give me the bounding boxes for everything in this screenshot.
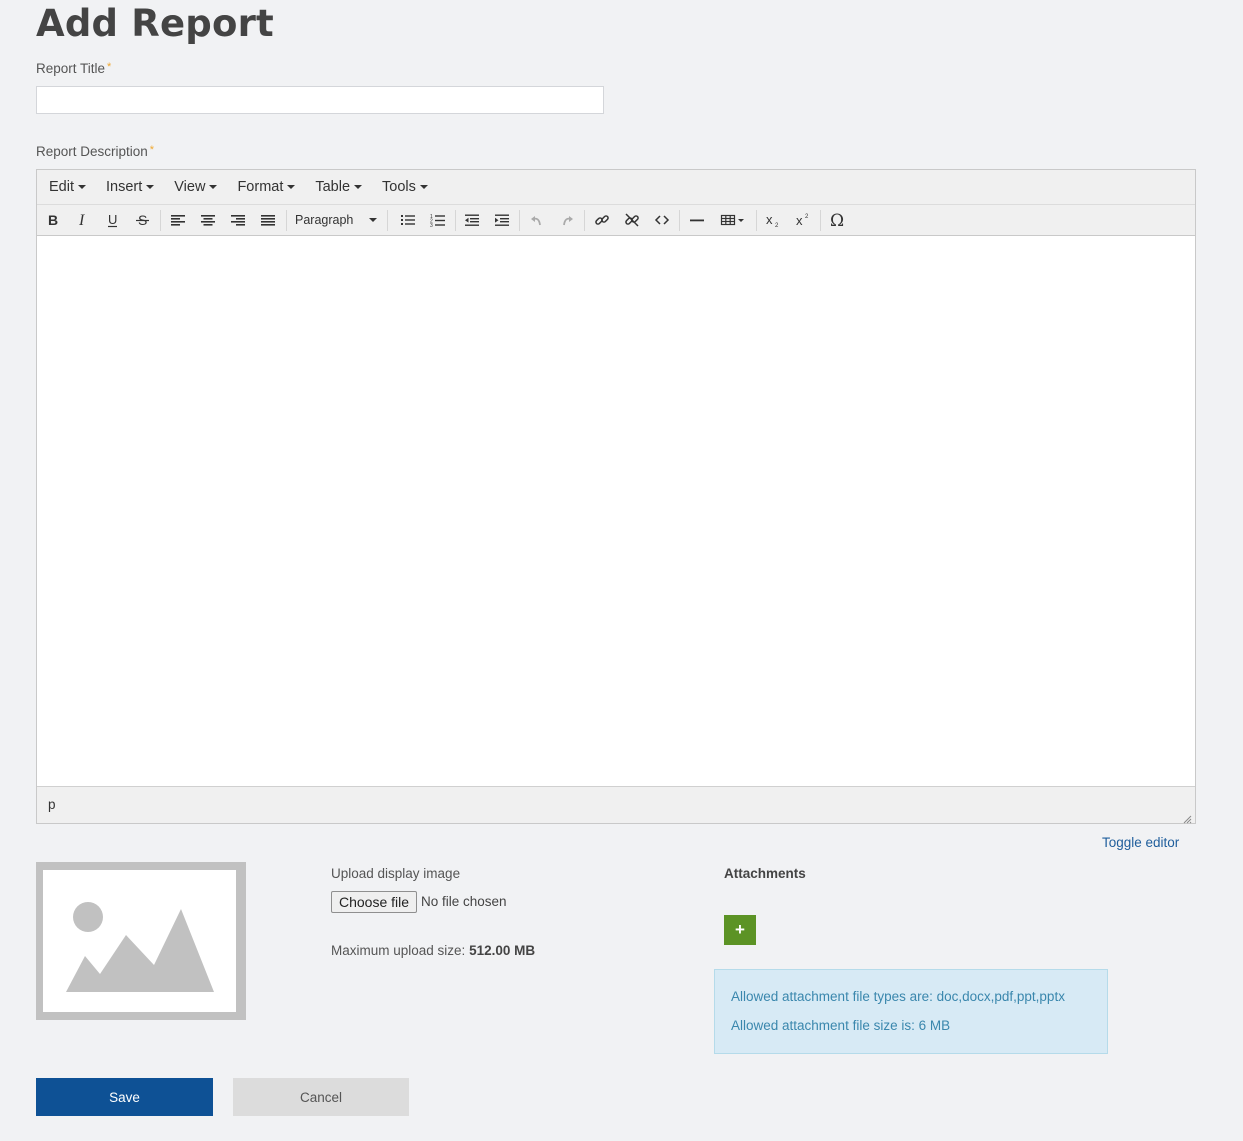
- unlink-icon[interactable]: [619, 208, 645, 232]
- editor-statusbar: p: [37, 786, 1195, 824]
- add-attachment-button[interactable]: +: [724, 915, 756, 945]
- menu-edit-label: Edit: [49, 179, 74, 195]
- editor-toolbar: B I U S Paragraph 1 2 3 x 2 x 2 Ω: [37, 205, 1195, 236]
- align-right-icon[interactable]: [225, 208, 251, 232]
- toggle-editor-link[interactable]: Toggle editor: [1102, 835, 1179, 850]
- align-left-icon[interactable]: [165, 208, 191, 232]
- table-icon[interactable]: [717, 208, 751, 232]
- special-char-icon[interactable]: Ω: [825, 208, 851, 232]
- report-title-input[interactable]: [36, 86, 604, 114]
- svg-text:x: x: [766, 212, 773, 227]
- menu-table-label: Table: [315, 179, 351, 195]
- page-title: Add Report: [36, 2, 274, 45]
- max-upload-size: Maximum upload size: 512.00 MB: [331, 943, 535, 958]
- menu-view-label: View: [174, 179, 206, 195]
- subscript-icon[interactable]: x2: [760, 208, 786, 232]
- resize-handle-icon[interactable]: [1183, 811, 1192, 824]
- cancel-button[interactable]: Cancel: [233, 1078, 409, 1116]
- rich-text-editor: Edit Insert View Format Table Tools B I …: [36, 169, 1196, 824]
- allowed-types-text: Allowed attachment file types are: doc,d…: [731, 989, 1065, 1004]
- align-center-icon[interactable]: [195, 208, 221, 232]
- undo-icon[interactable]: [524, 208, 550, 232]
- choose-file-button[interactable]: Choose file: [331, 891, 418, 913]
- chevron-down-icon: [369, 218, 377, 222]
- superscript-icon[interactable]: x2: [790, 208, 816, 232]
- svg-text:Ω: Ω: [830, 212, 844, 228]
- menu-view[interactable]: View: [166, 179, 225, 195]
- menu-tools[interactable]: Tools: [374, 179, 436, 195]
- svg-text:3: 3: [430, 223, 433, 228]
- chevron-down-icon: [419, 185, 428, 189]
- chevron-down-icon: [78, 185, 86, 189]
- attachment-info-box: Allowed attachment file types are: doc,d…: [714, 969, 1108, 1054]
- image-placeholder-frame: [43, 870, 236, 1012]
- format-select-value: Paragraph: [295, 213, 354, 227]
- menu-edit[interactable]: Edit: [41, 179, 94, 195]
- editor-content-area[interactable]: [37, 236, 1195, 786]
- indent-icon[interactable]: [489, 208, 515, 232]
- report-description-label-text: Report Description: [36, 144, 148, 159]
- menu-insert-label: Insert: [106, 179, 143, 195]
- allowed-size-text: Allowed attachment file size is: 6 MB: [731, 1018, 951, 1033]
- italic-icon[interactable]: I: [70, 208, 96, 232]
- chevron-down-icon: [209, 185, 218, 189]
- upload-image-label: Upload display image: [331, 866, 461, 881]
- code-icon[interactable]: [649, 208, 675, 232]
- menu-table[interactable]: Table: [307, 179, 370, 195]
- report-description-label: Report Description *: [36, 144, 154, 159]
- chevron-down-icon: [354, 185, 363, 189]
- landscape-image-icon: [66, 902, 214, 992]
- no-file-text: No file chosen: [421, 894, 507, 909]
- element-path[interactable]: p: [48, 797, 56, 812]
- format-select[interactable]: Paragraph: [291, 208, 383, 232]
- outdent-icon[interactable]: [459, 208, 485, 232]
- link-icon[interactable]: [589, 208, 615, 232]
- svg-text:x: x: [796, 213, 803, 228]
- max-upload-prefix: Maximum upload size:: [331, 943, 466, 958]
- required-mark: *: [107, 61, 112, 73]
- menu-format-label: Format: [237, 179, 284, 195]
- numbered-list-icon[interactable]: 123: [425, 208, 451, 232]
- editor-menubar: Edit Insert View Format Table Tools: [37, 170, 1195, 205]
- svg-text:I: I: [78, 212, 85, 228]
- bold-icon[interactable]: B: [40, 208, 66, 232]
- report-title-label: Report Title *: [36, 61, 111, 76]
- svg-text:2: 2: [775, 223, 779, 228]
- strikethrough-icon[interactable]: S: [130, 208, 156, 232]
- horizontal-rule-icon[interactable]: [684, 208, 710, 232]
- chevron-down-icon: [146, 185, 155, 189]
- align-justify-icon[interactable]: [255, 208, 281, 232]
- underline-icon[interactable]: U: [100, 208, 126, 232]
- attachments-heading: Attachments: [724, 866, 806, 881]
- redo-icon[interactable]: [554, 208, 580, 232]
- menu-insert[interactable]: Insert: [98, 179, 162, 195]
- chevron-down-icon: [287, 185, 296, 189]
- bullet-list-icon[interactable]: [395, 208, 421, 232]
- report-title-label-text: Report Title: [36, 61, 106, 76]
- menu-tools-label: Tools: [382, 179, 416, 195]
- image-placeholder: [36, 862, 246, 1020]
- svg-text:B: B: [48, 212, 58, 228]
- required-mark: *: [149, 144, 155, 156]
- svg-text:2: 2: [805, 214, 809, 220]
- save-button[interactable]: Save: [36, 1078, 213, 1116]
- max-upload-value: 512.00 MB: [469, 943, 536, 958]
- svg-text:U: U: [108, 212, 117, 227]
- menu-format[interactable]: Format: [229, 179, 303, 195]
